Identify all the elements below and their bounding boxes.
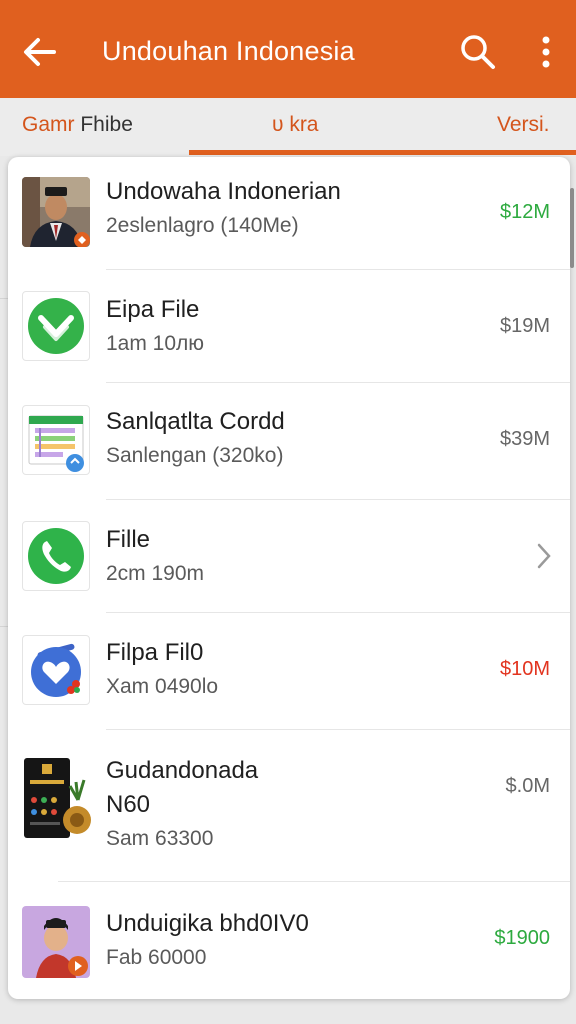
- item-subtitle: 2cm 190m: [106, 562, 205, 585]
- item-subtitle: Sam 63300: [106, 827, 214, 850]
- chevron-right-icon[interactable]: [534, 541, 554, 571]
- person-photo-icon: [22, 177, 90, 247]
- item-name-line-2: N60: [106, 791, 151, 818]
- more-vertical-icon[interactable]: [528, 32, 564, 72]
- list-item[interactable]: Undowaha Indonerian 2eslenlagro (140Me) …: [8, 157, 570, 270]
- item-price: $39M: [499, 428, 550, 450]
- phone-icon: [22, 521, 90, 591]
- heart-badge-icon: [22, 635, 90, 705]
- item-name: Undowaha Indonerian: [106, 178, 341, 205]
- app-bar: Undouhan Indonesia: [0, 0, 576, 98]
- avatar-icon: [22, 906, 90, 978]
- tab-indicator: [189, 150, 576, 155]
- item-name: Sanlqatlta Cordd: [106, 408, 285, 435]
- item-price: $12M: [499, 201, 550, 223]
- tab-game-file[interactable]: Gamr Fhibe: [22, 113, 133, 137]
- tab-bar: Gamr Fhibe υ kra Versi.: [0, 98, 576, 156]
- spreadsheet-icon: [22, 405, 90, 475]
- list-item[interactable]: Gudandonada N60 Sam 63300 $.0M: [8, 730, 570, 882]
- item-subtitle: 1am 10лю: [106, 332, 205, 355]
- item-subtitle: Sanlengan (320ko): [106, 444, 284, 467]
- check-shield-icon: [22, 291, 90, 361]
- phone-plant-icon: [22, 756, 94, 846]
- download-list: Undowaha Indonerian 2eslenlagro (140Me) …: [8, 157, 570, 999]
- tab-label-suffix: Fhibe: [80, 113, 133, 136]
- list-item[interactable]: Sanlqatlta Cordd Sanlengan (320ko) $39M: [8, 383, 570, 500]
- item-name: Unduigika bhd0IV0: [106, 910, 309, 937]
- item-price: $1900: [494, 927, 550, 949]
- item-price: $.0M: [505, 775, 550, 797]
- list-item[interactable]: Fille 2cm 190m: [8, 500, 570, 613]
- item-name: Eipa File: [106, 296, 200, 323]
- scrollbar[interactable]: [570, 188, 574, 268]
- item-name: Filpa Fil0: [106, 639, 204, 666]
- list-item[interactable]: Eipa File 1am 10лю $19M: [8, 270, 570, 383]
- background-list-edge: [0, 156, 8, 1024]
- page-title: Undouhan Indonesia: [102, 36, 355, 66]
- item-name: Fille: [106, 526, 151, 553]
- tab-version[interactable]: Versi.: [497, 113, 550, 137]
- search-icon[interactable]: [458, 32, 498, 72]
- list-item[interactable]: Unduigika bhd0IV0 Fab 60000 $1900: [8, 882, 570, 999]
- arrow-left-icon[interactable]: [20, 32, 60, 72]
- item-price: $10M: [499, 658, 550, 680]
- list-item[interactable]: Filpa Fil0 Xam 0490lo $10M: [8, 613, 570, 730]
- tab-uka[interactable]: υ kra: [272, 113, 319, 137]
- item-subtitle: Xam 0490lo: [106, 675, 219, 698]
- item-name: Gudandonada: [106, 757, 259, 784]
- item-subtitle: Fab 60000: [106, 946, 207, 969]
- tab-label: Gamr: [22, 113, 75, 136]
- item-price: $19M: [499, 315, 550, 337]
- item-subtitle: 2eslenlagro (140Me): [106, 214, 299, 237]
